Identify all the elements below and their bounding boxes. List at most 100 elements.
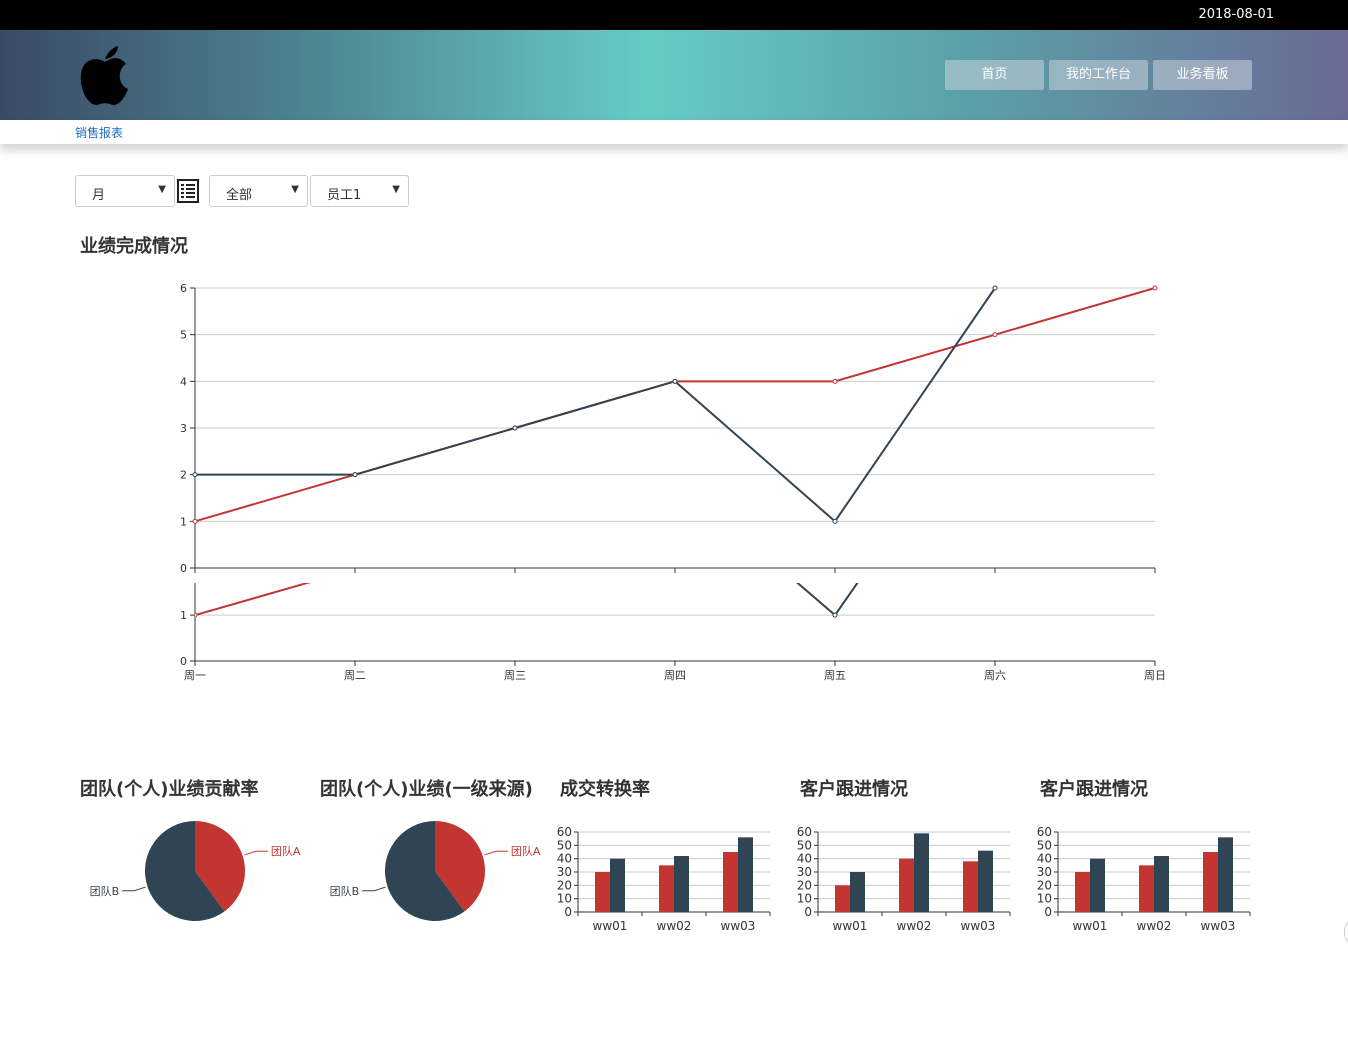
zoom-data-point [832,612,838,618]
zoom-series-line-1 [796,583,859,617]
y-tick-label: 3 [180,422,187,435]
bar [835,885,850,912]
y-tick-label: 10 [797,892,812,906]
y-tick-label: 60 [557,825,572,839]
zoom-series [195,583,859,618]
y-tick-label: 50 [1037,838,1052,852]
data-point [992,332,998,338]
y-tick-label: 50 [797,838,812,852]
period-select[interactable]: 月 ▼ [75,175,175,207]
bar [1075,872,1090,912]
x-tick-label: ww01 [833,919,868,933]
chevron-down-icon: ▼ [392,184,400,195]
data-point [512,425,518,431]
performance-line-chart: 0 1 2 3 4 5 6 0 1 周一 周二 周三 周四 周五 周六 周日 [180,282,1166,682]
y-tick-label: 4 [180,375,187,388]
y-tick-label: 0 [804,905,812,919]
list-icon[interactable] [177,179,199,203]
bar [738,837,753,912]
data-point [352,472,358,478]
pie1-title: 团队(个人)业绩贡献率 [80,779,259,800]
y-tick-label: 6 [180,282,187,295]
bar [595,872,610,912]
y-tick-label: 30 [797,865,812,879]
x-tick-label: ww01 [1073,919,1108,933]
x-tick-label: ww01 [593,919,628,933]
x-tick-label: ww02 [1137,919,1172,933]
data-point [1152,285,1158,291]
series-line-0 [194,287,1156,523]
y-tick-label: 0 [564,905,572,919]
nav-dashboard-button[interactable]: 业务看板 [1153,60,1252,90]
data-point [672,378,678,384]
x-tick-label: ww03 [961,919,996,933]
current-date: 2018-08-01 [1198,7,1274,22]
conversion-bar-chart: 0102030405060 ww01 ww02 ww03 [557,825,771,933]
bar2-title: 客户跟进情况 [800,779,908,800]
pie-label-line [122,886,146,892]
y-tick-label: 40 [557,852,572,866]
bar [610,858,625,912]
pie2-title: 团队(个人)业绩(一级来源) [320,779,533,800]
y-tick-label: 40 [1037,852,1052,866]
followup-bar-chart: 0102030405060 ww01 ww02 ww03 [797,825,1011,933]
period-select-value: 月 [92,188,106,203]
bar [723,852,738,912]
data-point [832,518,838,524]
data-point [992,285,998,291]
x-tick-label: ww03 [721,919,756,933]
nav-workbench-button[interactable]: 我的工作台 [1049,60,1148,90]
x-tick-label: ww02 [657,919,692,933]
contribution-pie-chart: 团队A 团队B [90,821,301,921]
pie-label: 团队A [511,844,541,858]
pie-label-line [484,850,508,856]
x-tick-label: 周一 [184,669,206,682]
side-toggle-button[interactable] [1344,918,1348,946]
bar [1154,856,1169,912]
performance-title: 业绩完成情况 [80,236,188,257]
top-bar: 2018-08-01 [0,0,1348,30]
scope-select-value: 全部 [226,188,253,203]
chevron-down-icon: ▼ [158,184,166,195]
pie-label: 团队B [90,884,120,898]
bar [914,833,929,912]
y-tick-label: 30 [557,865,572,879]
apple-logo-icon[interactable] [78,43,132,107]
pie-label: 团队B [330,884,360,898]
x-tick-label: 周日 [1144,669,1166,682]
bar [1139,865,1154,912]
y-tick-label: 10 [557,892,572,906]
breadcrumb-sales-report-link[interactable]: 销售报表 [75,124,123,141]
bar1-title: 成交转换率 [560,779,650,800]
y-tick-label: 50 [557,838,572,852]
x-tick-label: ww03 [1201,919,1236,933]
y-tick-label: 40 [797,852,812,866]
y-tick-label: 60 [1037,825,1052,839]
employee-select-value: 员工1 [327,188,362,203]
bar [899,858,914,912]
zoom-series-line-0 [195,583,311,617]
x-tick-label: 周三 [504,669,526,682]
bar3-title: 客户跟进情况 [1040,779,1148,800]
bar [659,865,674,912]
pie-label-line [362,886,386,892]
x-tick-label: 周二 [344,669,366,682]
employee-select[interactable]: 员工1 ▼ [310,175,409,207]
bar [1203,852,1218,912]
x-tick-label: 周五 [824,669,846,682]
scope-select[interactable]: 全部 ▼ [209,175,308,207]
nav-home-button[interactable]: 首页 [945,60,1044,90]
bar [963,861,978,912]
data-point [832,378,838,384]
bar [674,856,689,912]
y-tick-label: 20 [797,878,812,892]
y-tick-label: 10 [1037,892,1052,906]
x-tick-label: 周四 [664,669,686,682]
followup-bar-chart-2: 0102030405060 ww01 ww02 ww03 [1037,825,1251,933]
y-tick-label: 20 [557,878,572,892]
y-tick-label: 0 [180,562,187,575]
y-tick-label: 5 [180,329,187,342]
source-pie-chart: 团队A 团队B [330,821,541,921]
x-tick-label: 周六 [984,669,1006,682]
breadcrumb: 销售报表 [0,120,1348,144]
